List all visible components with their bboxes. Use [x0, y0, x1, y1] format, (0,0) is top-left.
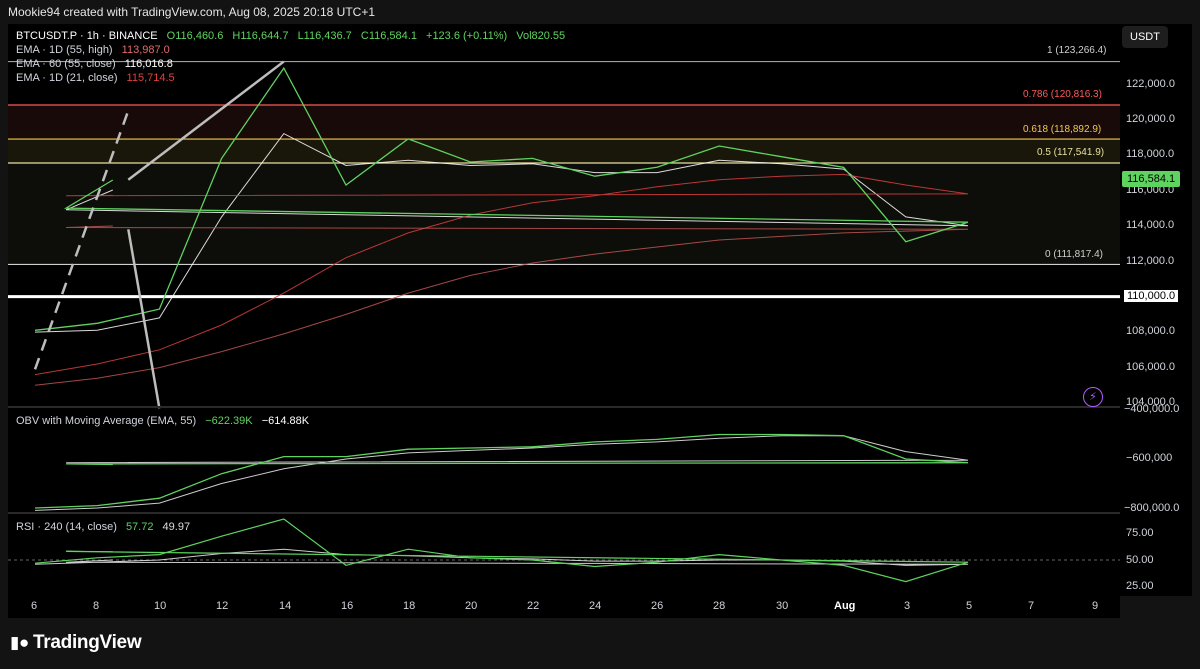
time-tick: 8 — [93, 600, 100, 612]
ohlc-high: H116,644.7 — [232, 30, 289, 42]
obv-ma-value: −614.88K — [261, 415, 310, 427]
time-tick: 28 — [713, 600, 726, 612]
rsi-ma-value: 49.97 — [162, 521, 191, 533]
obv-tick: −400,000.0 — [1124, 403, 1180, 415]
price-tick: 108,000.0 — [1126, 325, 1175, 337]
time-tick: 16 — [341, 600, 354, 612]
time-tick-month: Aug — [834, 600, 856, 612]
time-tick: 5 — [966, 600, 973, 612]
time-tick: 3 — [904, 600, 911, 612]
time-tick: 22 — [527, 600, 540, 612]
rsi-value: 57.72 — [125, 521, 154, 533]
rsi-tick: 75.00 — [1126, 527, 1154, 539]
fib-band-5 — [8, 163, 1120, 265]
indicator-value: 113,987.0 — [121, 44, 170, 56]
tradingview-logo: ▮● TradingView — [10, 632, 142, 654]
fib-label-618: 0.618 (118,892.9) — [1023, 124, 1102, 135]
time-tick: 26 — [651, 600, 664, 612]
ohlc-volume: Vol820.55 — [516, 30, 566, 42]
indicator-label: EMA · 60 (55, close) — [16, 58, 116, 70]
indicator-legend-3[interactable]: EMA · 1D (21, close) 115,714.5 — [16, 72, 181, 85]
ohlc-change: +123.6 (+0.11%) — [426, 30, 508, 42]
tv-logo-icon: ▮● — [10, 633, 30, 652]
time-tick: 6 — [31, 600, 38, 612]
time-tick: 18 — [403, 600, 416, 612]
ohlc-close: C116,584.1 — [360, 30, 417, 42]
time-tick: 30 — [776, 600, 789, 612]
time-tick: 10 — [154, 600, 167, 612]
time-tick: 7 — [1028, 600, 1035, 612]
fib-label-5: 0.5 (117,541.9) — [1037, 147, 1105, 158]
indicator-legend-2[interactable]: EMA · 60 (55, close) 116,016.8 — [16, 58, 179, 71]
fib-band-618 — [8, 139, 1120, 164]
price-level-tag: 110,000.0 — [1124, 290, 1179, 302]
time-tick: 9 — [1092, 600, 1099, 612]
price-tick: 114,000.0 — [1126, 219, 1175, 231]
lightning-icon[interactable]: ⚡ — [1083, 387, 1103, 407]
fib-label-0: 0 (111,817.4) — [1045, 249, 1104, 260]
price-tick: 112,000.0 — [1126, 255, 1175, 267]
symbol-name: BTCUSDT.P · 1h · BINANCE — [16, 30, 158, 42]
fib-label-786: 0.786 (120,816.3) — [1023, 89, 1102, 100]
time-tick: 24 — [589, 600, 602, 612]
indicator-legend-1[interactable]: EMA · 1D (55, high) 113,987.0 — [16, 44, 176, 57]
obv-line — [34, 433, 969, 509]
ohlc-low: L116,436.7 — [297, 30, 352, 42]
brand-text: TradingView — [33, 632, 142, 653]
price-tick: 122,000.0 — [1126, 78, 1175, 90]
rsi-tick: 25.00 — [1126, 580, 1154, 592]
indicator-label: EMA · 1D (21, close) — [16, 72, 118, 84]
indicator-label: EMA · 1D (55, high) — [16, 44, 113, 56]
rsi-ma-line — [34, 548, 969, 566]
indicator-value: 116,016.8 — [124, 58, 173, 70]
currency-button[interactable]: USDT — [1122, 26, 1168, 48]
obv-tick: −600,000 — [1126, 452, 1173, 464]
time-tick: 14 — [279, 600, 292, 612]
obv-tick: −800,000.0 — [1124, 502, 1180, 514]
fib-band-786 — [8, 104, 1120, 140]
obv-legend[interactable]: OBV with Moving Average (EMA, 55) −622.3… — [16, 415, 315, 428]
obv-value: −622.39K — [205, 415, 253, 427]
pane-separator — [8, 512, 1120, 514]
ohlc-open: O116,460.6 — [166, 30, 224, 42]
time-tick: 12 — [216, 600, 229, 612]
rsi-label: RSI · 240 (14, close) — [16, 521, 117, 533]
rsi-legend[interactable]: RSI · 240 (14, close) 57.72 49.97 — [16, 521, 196, 534]
fib-label-1: 1 (123,266.4) — [1047, 45, 1107, 56]
symbol-legend: BTCUSDT.P · 1h · BINANCE O116,460.6 H116… — [16, 30, 571, 43]
price-tick: 120,000.0 — [1126, 113, 1175, 125]
price-tick: 106,000.0 — [1126, 361, 1175, 373]
time-tick: 20 — [465, 600, 478, 612]
price-tick: 118,000.0 — [1126, 148, 1175, 160]
pane-separator — [8, 406, 1120, 408]
chart-svg — [8, 60, 1120, 583]
current-price-tag: 116,584.1 — [1122, 171, 1181, 187]
rsi-tick: 50.00 — [1126, 554, 1154, 566]
indicator-value: 115,714.5 — [126, 72, 175, 84]
obv-label: OBV with Moving Average (EMA, 55) — [16, 415, 197, 427]
